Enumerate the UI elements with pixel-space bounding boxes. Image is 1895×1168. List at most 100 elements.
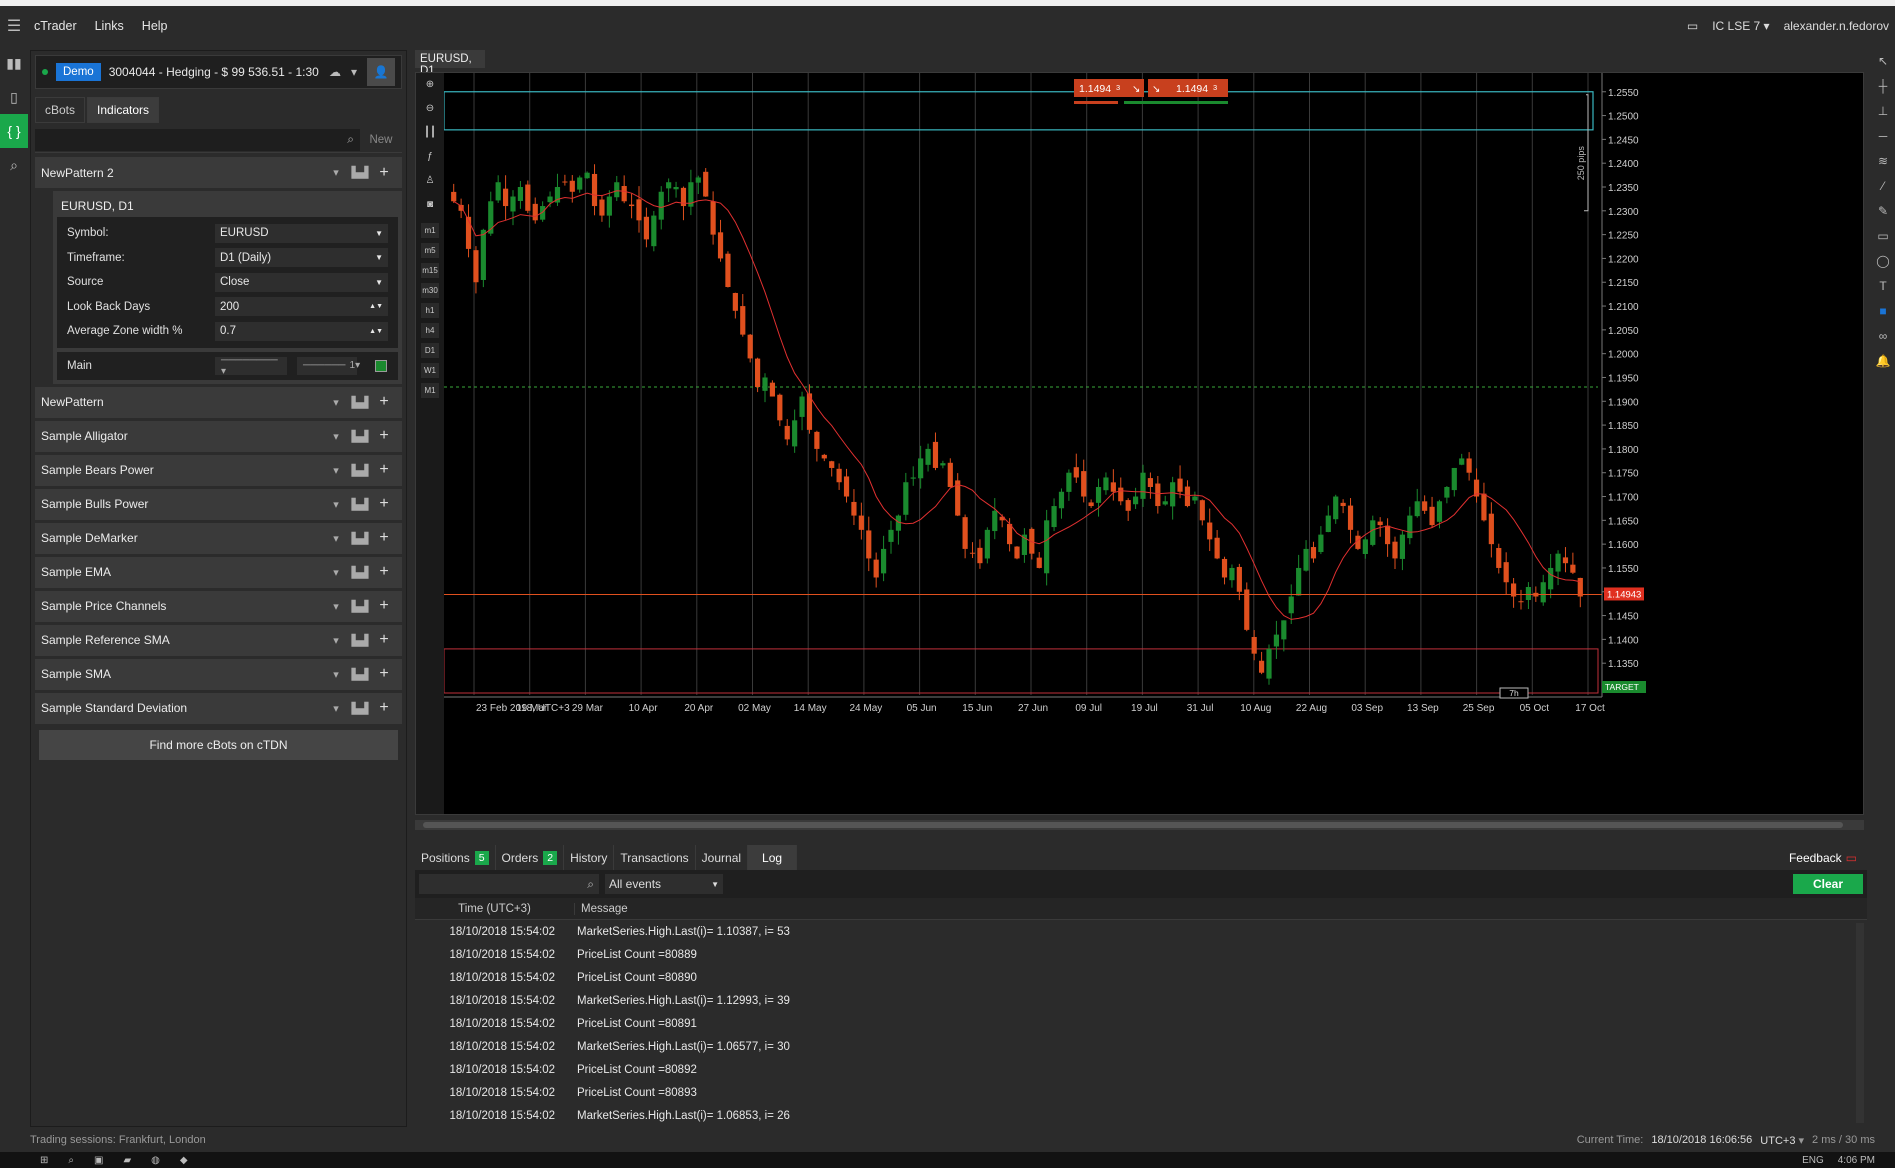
layout-icon[interactable]: ▭: [1687, 19, 1698, 33]
log-row[interactable]: 18/10/2018 15:54:02 MarketSeries.High.Las…: [415, 1104, 1867, 1127]
candle-body[interactable]: [1392, 541, 1398, 559]
candle-body[interactable]: [451, 191, 457, 202]
chevron-down-icon[interactable]: ▾: [324, 396, 348, 409]
manage-icon[interactable]: ▙▟: [348, 532, 372, 545]
candle-body[interactable]: [1525, 587, 1532, 600]
add-icon[interactable]: +: [372, 495, 396, 513]
ctrader-taskbar-icon[interactable]: ◆: [180, 1155, 188, 1166]
tab-log[interactable]: Log: [748, 845, 798, 870]
camera-icon[interactable]: ◙: [427, 199, 433, 220]
candle-body[interactable]: [710, 201, 716, 235]
horizontal-line-icon[interactable]: ─: [1879, 129, 1888, 149]
candle-body[interactable]: [984, 529, 990, 559]
candle-body[interactable]: [851, 501, 857, 516]
log-row[interactable]: 18/10/2018 15:54:02 PriceList Count =8089…: [415, 1058, 1867, 1081]
indicator-row[interactable]: Sample EMA ▾ ▙▟ +: [35, 556, 402, 588]
zoom-in-icon[interactable]: ⊕: [426, 79, 434, 100]
candle-body[interactable]: [599, 199, 605, 216]
indicator-row[interactable]: Sample Reference SMA ▾ ▙▟ +: [35, 624, 402, 656]
candle-body[interactable]: [1006, 523, 1013, 545]
candle-body[interactable]: [918, 458, 924, 479]
candle-body[interactable]: [1384, 525, 1391, 545]
candle-body[interactable]: [1229, 567, 1235, 581]
candle-body[interactable]: [703, 171, 709, 197]
candle-body[interactable]: [880, 548, 887, 574]
explorer-icon[interactable]: ▰: [123, 1155, 131, 1166]
add-icon[interactable]: +: [372, 631, 396, 649]
candle-body[interactable]: [1370, 520, 1376, 545]
timeframe-button[interactable]: W1: [421, 363, 439, 378]
user-icon[interactable]: 👤: [367, 58, 395, 86]
candle-body[interactable]: [947, 462, 953, 487]
manage-icon[interactable]: ▙▟: [348, 498, 372, 511]
candle-body[interactable]: [1459, 458, 1465, 465]
candle-body[interactable]: [532, 203, 538, 221]
indicator-row[interactable]: Sample Alligator ▾ ▙▟ +: [35, 420, 402, 452]
indicator-row[interactable]: Sample Price Channels ▾ ▙▟ +: [35, 590, 402, 622]
candle-body[interactable]: [977, 547, 983, 564]
candle-body[interactable]: [1207, 522, 1213, 540]
candle-body[interactable]: [888, 529, 894, 542]
indicator-row[interactable]: Sample Bulls Power ▾ ▙▟ +: [35, 488, 402, 520]
candle-body[interactable]: [1577, 577, 1583, 597]
candle-body[interactable]: [1036, 557, 1042, 568]
zone-width-stepper[interactable]: 0.7 ▲▼: [215, 321, 388, 341]
timeframe-button[interactable]: m15: [421, 263, 439, 278]
feedback-button[interactable]: Feedback ▭: [1779, 845, 1867, 870]
chevron-down-icon[interactable]: ▾: [324, 430, 348, 443]
candle-body[interactable]: [858, 515, 864, 530]
candle-body[interactable]: [651, 215, 657, 247]
candle-body[interactable]: [1288, 596, 1294, 614]
link-icon[interactable]: ∞: [1879, 329, 1888, 349]
analyze-icon[interactable]: ⌕: [0, 148, 28, 182]
log-vertical-scrollbar[interactable]: [1856, 923, 1864, 1123]
clear-button[interactable]: Clear: [1793, 874, 1863, 894]
lookback-stepper[interactable]: 200 ▲▼: [215, 297, 388, 317]
candle-body[interactable]: [1303, 548, 1309, 571]
candle-body[interactable]: [866, 530, 872, 559]
candle-body[interactable]: [643, 216, 650, 240]
candle-body[interactable]: [1162, 501, 1168, 505]
log-row[interactable]: 18/10/2018 15:54:02 PriceList Count =8089…: [415, 1081, 1867, 1104]
tab-orders[interactable]: Orders 2: [495, 845, 565, 870]
candle-body[interactable]: [747, 334, 753, 359]
candle-body[interactable]: [1155, 483, 1161, 507]
candle-body[interactable]: [754, 358, 761, 387]
candle-body[interactable]: [777, 394, 783, 421]
candle-body[interactable]: [732, 292, 738, 311]
candle-body[interactable]: [1236, 566, 1242, 592]
source-select[interactable]: Close ▼: [215, 272, 388, 292]
indicator-row[interactable]: Sample SMA ▾ ▙▟ +: [35, 658, 402, 690]
candle-body[interactable]: [1296, 567, 1302, 596]
candle-body[interactable]: [1451, 467, 1457, 491]
manage-icon[interactable]: ▙▟: [348, 464, 372, 477]
log-search-input[interactable]: ⌕: [419, 874, 599, 894]
add-icon[interactable]: +: [372, 461, 396, 479]
taskbar-search-icon[interactable]: ⌕: [68, 1155, 74, 1166]
timeframe-button[interactable]: m5: [421, 243, 439, 258]
price-chart[interactable]: 23 Feb 2018, UTC+319 Mar 29 Mar 10 Apr 20 A…: [444, 73, 1863, 814]
user-name[interactable]: alexander.n.fedorov: [1784, 19, 1889, 33]
chevron-down-icon[interactable]: ▾: [324, 498, 348, 511]
candle-body[interactable]: [525, 184, 531, 211]
candle-body[interactable]: [1281, 620, 1287, 640]
timeframe-select[interactable]: D1 (Daily) ▼: [215, 248, 388, 268]
language-indicator[interactable]: ENG: [1802, 1155, 1824, 1166]
zoom-out-icon[interactable]: ⊖: [426, 103, 434, 124]
broker-select[interactable]: IC LSE 7 ▾: [1712, 19, 1769, 33]
find-more-button[interactable]: Find more cBots on cTDN: [39, 729, 398, 760]
candle-body[interactable]: [1103, 477, 1109, 491]
candle-body[interactable]: [925, 448, 931, 465]
candle-body[interactable]: [1273, 634, 1280, 647]
indicator-row[interactable]: Sample Bears Power ▾ ▙▟ +: [35, 454, 402, 486]
candle-body[interactable]: [1333, 496, 1339, 520]
candle-body[interactable]: [584, 172, 590, 179]
candle-body[interactable]: [1466, 458, 1472, 473]
candle-body[interactable]: [1340, 502, 1346, 507]
candle-body[interactable]: [1258, 660, 1265, 673]
add-icon[interactable]: +: [372, 164, 396, 182]
candle-body[interactable]: [1199, 500, 1205, 521]
candle-body[interactable]: [1422, 501, 1428, 511]
add-icon[interactable]: +: [372, 393, 396, 411]
candle-body[interactable]: [1081, 471, 1087, 497]
